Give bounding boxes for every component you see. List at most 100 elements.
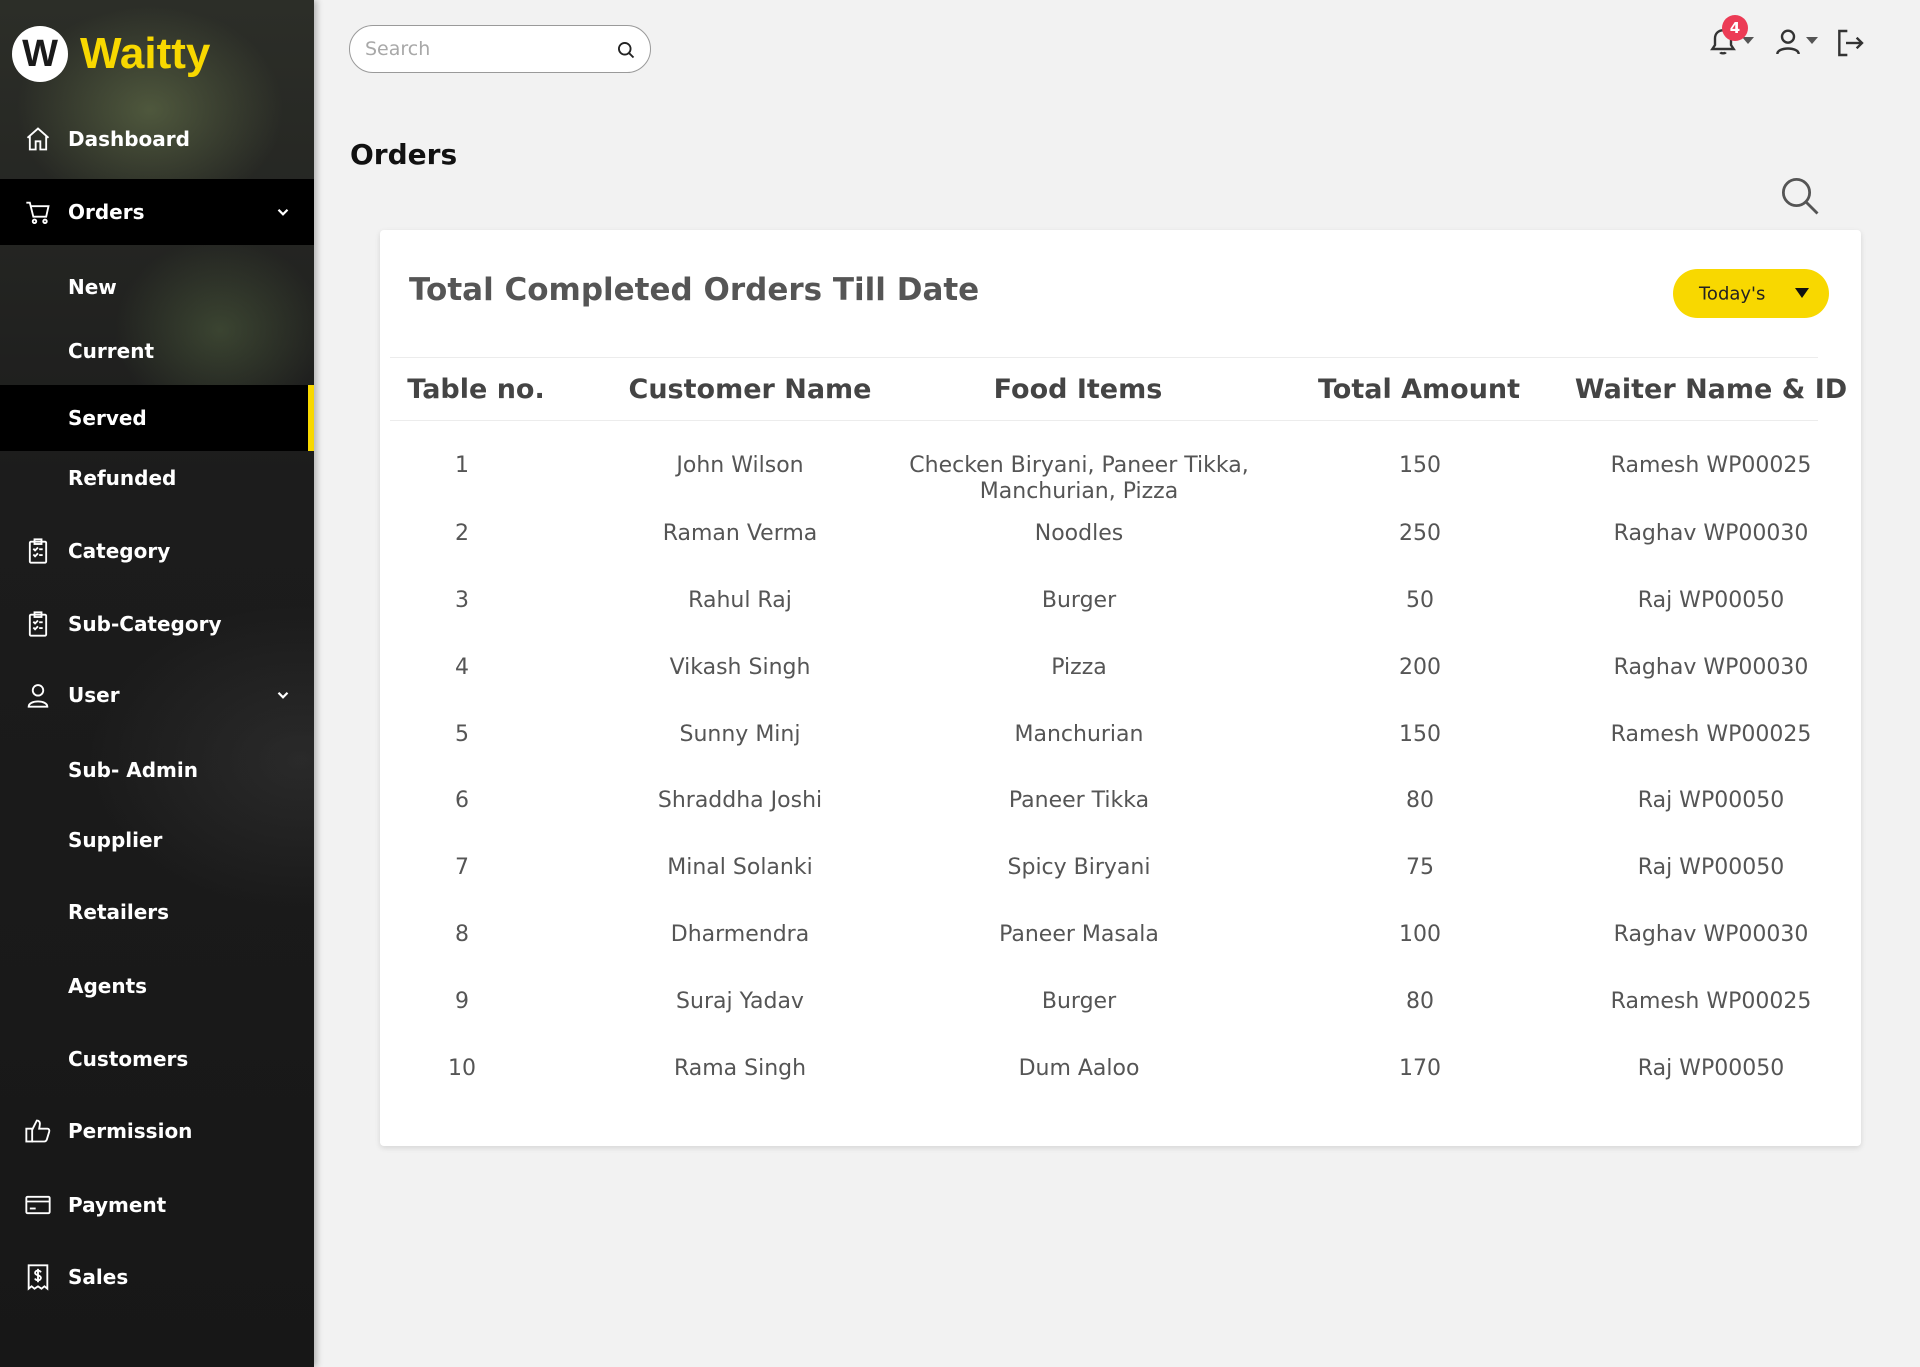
cell-waiter: Raghav WP00030 xyxy=(1613,922,1809,947)
cell-food-items: Paneer Masala xyxy=(999,922,1159,947)
sidebar-item-label: Sales xyxy=(68,1265,129,1289)
period-dropdown[interactable]: Today's xyxy=(1673,269,1829,318)
cell-total-amount: 150 xyxy=(1399,453,1441,478)
credit-card-icon xyxy=(25,1195,51,1215)
chevron-down-icon xyxy=(277,691,289,699)
cell-customer-name: Minal Solanki xyxy=(667,855,813,880)
caret-down-icon xyxy=(1795,288,1809,298)
notification-badge: 4 xyxy=(1722,15,1748,41)
sidebar-item-orders[interactable]: Orders xyxy=(0,179,314,245)
page-title: Orders xyxy=(350,138,458,171)
search-icon[interactable] xyxy=(616,40,636,60)
cell-customer-name: Rama Singh xyxy=(673,1056,807,1081)
sidebar-item-label: Permission xyxy=(68,1119,193,1143)
cell-table-no: 4 xyxy=(455,655,469,680)
column-header-total-amount: Total Amount xyxy=(1317,374,1521,405)
sidebar-item-payment[interactable]: Payment xyxy=(0,1172,314,1238)
sidebar-item-label: User xyxy=(68,683,120,707)
cell-table-no: 7 xyxy=(455,855,469,880)
cell-food-items: Burger xyxy=(1041,989,1117,1014)
cell-table-no: 6 xyxy=(455,788,469,813)
cell-customer-name: Sunny Minj xyxy=(679,722,801,747)
home-icon xyxy=(26,127,50,151)
sidebar: W Waitty Dashboard Orders New Current Se… xyxy=(0,0,314,1367)
cell-waiter: Raj WP00050 xyxy=(1637,788,1785,813)
chevron-down-icon xyxy=(277,208,289,216)
cell-total-amount: 100 xyxy=(1399,922,1441,947)
user-account-icon[interactable] xyxy=(1772,26,1804,58)
cell-food-items: Paneer Tikka xyxy=(1008,788,1150,813)
cell-food-items: Spicy Biryani xyxy=(1007,855,1151,880)
cell-waiter: Raghav WP00030 xyxy=(1613,655,1809,680)
cell-total-amount: 80 xyxy=(1406,989,1434,1014)
sidebar-item-sub-category[interactable]: Sub-Category xyxy=(0,591,314,657)
cell-table-no: 1 xyxy=(455,453,469,478)
cart-icon xyxy=(26,201,50,225)
cell-customer-name: Dharmendra xyxy=(670,922,810,947)
brand[interactable]: W Waitty xyxy=(12,24,210,84)
cell-waiter: Raj WP00050 xyxy=(1637,1056,1785,1081)
sidebar-item-permission[interactable]: Permission xyxy=(0,1098,314,1164)
cell-table-no: 8 xyxy=(455,922,469,947)
cell-total-amount: 150 xyxy=(1399,722,1441,747)
card-title: Total Completed Orders Till Date xyxy=(409,272,980,308)
cell-waiter: Ramesh WP00025 xyxy=(1610,453,1812,478)
sidebar-item-label: Dashboard xyxy=(68,127,190,151)
sidebar-item-label: Category xyxy=(68,539,171,563)
search-input[interactable] xyxy=(365,38,605,60)
sidebar-item-served[interactable]: Served xyxy=(0,385,314,451)
cell-table-no: 9 xyxy=(455,989,469,1014)
sidebar-item-dashboard[interactable]: Dashboard xyxy=(0,106,314,172)
orders-card: Total Completed Orders Till Date Today's… xyxy=(380,230,1861,1146)
cell-food-items: Pizza xyxy=(1051,655,1107,680)
sidebar-item-label: Orders xyxy=(68,200,145,224)
sidebar-item-customers[interactable]: Customers xyxy=(0,1026,314,1092)
sidebar-item-new[interactable]: New xyxy=(0,254,314,320)
cell-table-no: 3 xyxy=(455,588,469,613)
cell-waiter: Ramesh WP00025 xyxy=(1610,989,1812,1014)
cell-table-no: 10 xyxy=(448,1056,476,1081)
caret-down-icon[interactable] xyxy=(1806,37,1818,45)
sidebar-item-label: Served xyxy=(68,406,147,430)
cell-total-amount: 75 xyxy=(1406,855,1434,880)
sidebar-item-retailers[interactable]: Retailers xyxy=(0,879,314,945)
divider xyxy=(390,357,1818,358)
cell-total-amount: 250 xyxy=(1399,521,1441,546)
sidebar-item-label: Agents xyxy=(68,974,148,998)
cell-table-no: 2 xyxy=(455,521,469,546)
cell-customer-name: John Wilson xyxy=(676,453,804,478)
sidebar-item-label: Current xyxy=(68,339,155,363)
cell-customer-name: Raman Verma xyxy=(662,521,818,546)
sidebar-item-supplier[interactable]: Supplier xyxy=(0,807,314,873)
caret-down-icon[interactable] xyxy=(1742,37,1754,45)
cell-total-amount: 170 xyxy=(1399,1056,1441,1081)
period-label: Today's xyxy=(1699,283,1766,304)
cell-customer-name: Rahul Raj xyxy=(688,588,792,613)
cell-table-no: 5 xyxy=(455,722,469,747)
cell-customer-name: Suraj Yadav xyxy=(676,989,804,1014)
cell-customer-name: Vikash Singh xyxy=(669,655,811,680)
sidebar-item-label: New xyxy=(68,275,117,299)
cell-food-items: Noodles xyxy=(1034,521,1124,546)
table-search-icon[interactable] xyxy=(1779,175,1821,217)
sidebar-item-label: Sub- Admin xyxy=(68,758,198,782)
sidebar-item-sales[interactable]: Sales xyxy=(0,1244,314,1310)
cell-waiter: Raj WP00050 xyxy=(1637,855,1785,880)
sidebar-item-user[interactable]: User xyxy=(0,662,314,728)
sidebar-item-label: Refunded xyxy=(68,466,177,490)
sidebar-item-category[interactable]: Category xyxy=(0,518,314,584)
cell-customer-name: Shraddha Joshi xyxy=(657,788,823,813)
sidebar-item-current[interactable]: Current xyxy=(0,318,314,384)
sidebar-item-label: Retailers xyxy=(68,900,170,924)
dollar-receipt-icon xyxy=(27,1264,49,1291)
sidebar-item-label: Payment xyxy=(68,1193,167,1217)
sidebar-item-label: Sub-Category xyxy=(68,612,222,636)
brand-name: Waitty xyxy=(80,29,211,78)
clipboard-icon xyxy=(28,538,48,564)
logout-icon[interactable] xyxy=(1834,27,1866,59)
column-header-customer-name: Customer Name xyxy=(628,374,872,405)
sidebar-item-sub-admin[interactable]: Sub- Admin xyxy=(0,737,314,803)
sidebar-item-agents[interactable]: Agents xyxy=(0,953,314,1019)
sidebar-item-refunded[interactable]: Refunded xyxy=(0,445,314,511)
search-box[interactable] xyxy=(349,25,651,73)
